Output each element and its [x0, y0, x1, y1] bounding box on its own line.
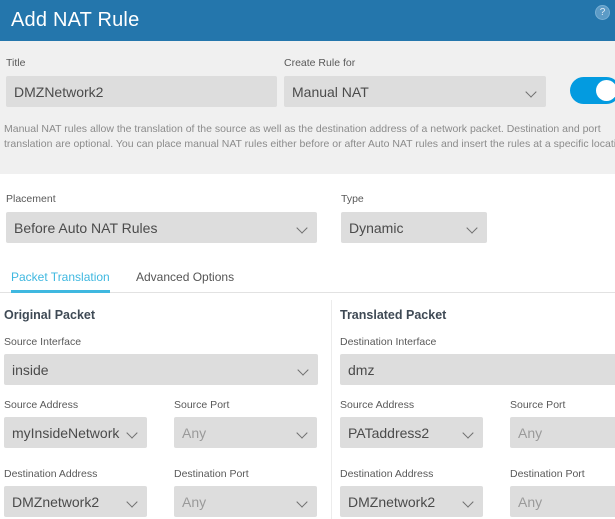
translated-source-address-value: PATaddress2: [348, 424, 430, 441]
original-source-port-value: Any: [182, 424, 207, 441]
column-divider: [331, 300, 332, 519]
enable-rule-toggle[interactable]: [570, 77, 615, 104]
translated-packet-heading: Translated Packet: [340, 308, 447, 322]
tab-packet-translation[interactable]: Packet Translation: [11, 264, 110, 293]
original-source-interface-value: inside: [12, 361, 49, 378]
placement-value: Before Auto NAT Rules: [14, 219, 158, 236]
chevron-down-icon: [297, 222, 309, 234]
add-nat-rule-dialog: Add NAT Rule ? Title DMZNetwork2 Create …: [0, 0, 615, 519]
original-destination-address-value: DMZnetwork2: [12, 493, 100, 510]
create-rule-for-label: Create Rule for: [284, 57, 356, 69]
original-source-address-select[interactable]: myInsideNetwork: [4, 417, 147, 448]
placement-select[interactable]: Before Auto NAT Rules: [6, 212, 317, 243]
translated-destination-interface-value: dmz: [348, 361, 375, 378]
tab-bar: Packet Translation Advanced Options: [0, 264, 615, 293]
tab-advanced-options[interactable]: Advanced Options: [136, 264, 234, 293]
original-destination-port-label: Destination Port: [174, 468, 249, 480]
translated-destination-address-value: DMZnetwork2: [348, 493, 436, 510]
rule-description-text: Manual NAT rules allow the translation o…: [4, 123, 615, 150]
translated-source-address-select[interactable]: PATaddress2: [340, 417, 483, 448]
original-destination-address-select[interactable]: DMZnetwork2: [4, 486, 147, 517]
type-select[interactable]: Dynamic: [341, 212, 487, 243]
chevron-down-icon: [298, 364, 310, 376]
original-destination-port-value: Any: [182, 493, 207, 510]
title-input-value: DMZNetwork2: [14, 83, 104, 100]
dialog-titlebar: Add NAT Rule ?: [0, 0, 615, 41]
original-destination-address-label: Destination Address: [4, 468, 98, 480]
original-source-address-label: Source Address: [4, 399, 79, 411]
chevron-down-icon: [526, 86, 538, 98]
original-source-interface-select[interactable]: inside: [4, 354, 318, 385]
toggle-knob: [596, 80, 615, 101]
placement-label: Placement: [6, 193, 56, 205]
translated-destination-port-select[interactable]: Any: [510, 486, 615, 517]
chevron-down-icon: [463, 496, 475, 508]
chevron-down-icon: [127, 427, 139, 439]
type-label: Type: [341, 193, 364, 205]
translated-source-port-value: Any: [518, 424, 543, 441]
original-source-address-value: myInsideNetwork: [12, 424, 120, 441]
chevron-down-icon: [297, 427, 309, 439]
original-source-port-label: Source Port: [174, 399, 230, 411]
original-packet-heading: Original Packet: [4, 308, 96, 322]
chevron-down-icon: [467, 222, 479, 234]
translated-destination-address-select[interactable]: DMZnetwork2: [340, 486, 483, 517]
translated-source-address-label: Source Address: [340, 399, 415, 411]
translated-source-port-label: Source Port: [510, 399, 566, 411]
translated-source-port-select[interactable]: Any: [510, 417, 615, 448]
original-source-interface-label: Source Interface: [4, 336, 82, 348]
translated-destination-port-value: Any: [518, 493, 543, 510]
title-input[interactable]: DMZNetwork2: [6, 76, 277, 107]
title-field-label: Title: [6, 57, 26, 69]
translated-destination-port-label: Destination Port: [510, 468, 585, 480]
chevron-down-icon: [127, 496, 139, 508]
help-circle-icon[interactable]: ?: [595, 5, 610, 20]
translated-destination-interface-select[interactable]: dmz: [340, 354, 615, 385]
create-rule-for-select[interactable]: Manual NAT: [284, 76, 546, 107]
page-title: Add NAT Rule: [11, 9, 140, 31]
original-source-port-select[interactable]: Any: [174, 417, 317, 448]
type-value: Dynamic: [349, 219, 404, 236]
chevron-down-icon: [463, 427, 475, 439]
chevron-down-icon: [297, 496, 309, 508]
translated-destination-interface-label: Destination Interface: [340, 336, 437, 348]
original-destination-port-select[interactable]: Any: [174, 486, 317, 517]
create-rule-for-value: Manual NAT: [292, 83, 369, 100]
translated-destination-address-label: Destination Address: [340, 468, 434, 480]
